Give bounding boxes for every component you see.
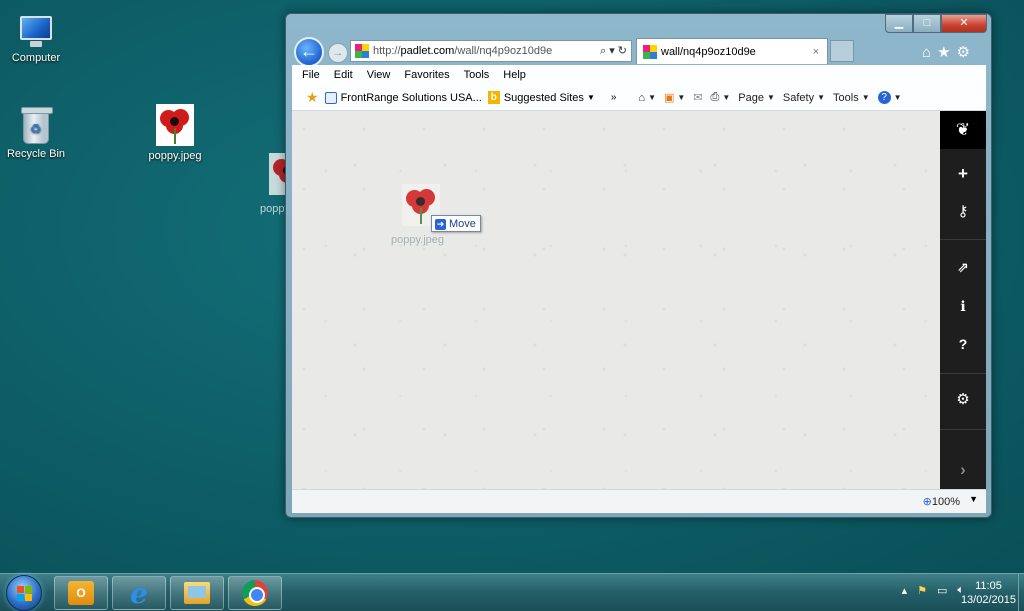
window-controls: ▁ □ ✕ — [885, 14, 987, 34]
taskbar-internet-explorer[interactable]: e — [112, 576, 166, 610]
menu-tools[interactable]: Tools — [464, 69, 490, 81]
move-label: Move — [449, 218, 476, 230]
home-command[interactable]: ⌂ ▼ — [638, 92, 656, 104]
padlet-favicon — [355, 44, 369, 58]
folder-icon — [184, 582, 210, 604]
network-icon[interactable]: ▭ — [937, 584, 947, 597]
taskbar-file-explorer[interactable] — [170, 576, 224, 610]
system-clock[interactable]: 11:05 13/02/2015 — [961, 579, 1016, 607]
gear-icon[interactable]: ⚙ — [957, 44, 976, 61]
favorite-frontrange[interactable]: FrontRange Solutions USA... — [324, 91, 482, 104]
help-command[interactable]: ? ▼ — [877, 91, 902, 104]
menu-file[interactable]: File — [302, 69, 320, 81]
desktop-icon-recycle-bin[interactable]: ♻ Recycle Bin — [1, 107, 71, 160]
new-tab-button[interactable] — [830, 40, 854, 62]
search-refresh-icons[interactable]: ⌕ ▾ ↻ — [600, 44, 631, 58]
navigation-row: ← → http://padlet.com/wall/nq4p9oz10d9e … — [292, 36, 986, 67]
printer-icon: ⎙ — [710, 91, 720, 103]
add-post-icon[interactable]: + — [940, 155, 986, 193]
show-desktop-button[interactable] — [1018, 574, 1024, 611]
favorites-bar: ★ FrontRange Solutions USA... b Suggeste… — [292, 85, 986, 111]
menu-edit[interactable]: Edit — [334, 69, 353, 81]
safety-menu[interactable]: Safety ▼ — [783, 92, 825, 104]
mail-icon: ✉ — [693, 92, 703, 104]
chevron-right-icon[interactable]: › — [940, 451, 986, 489]
menu-help[interactable]: Help — [503, 69, 526, 81]
desktop-icon-computer[interactable]: Computer — [1, 12, 71, 64]
bing-icon: b — [487, 91, 500, 104]
system-tray: ▴ ⚑ ▭ 🔈︎ — [902, 584, 964, 597]
address-text: http://padlet.com/wall/nq4p9oz10d9e — [373, 45, 553, 57]
menu-view[interactable]: View — [367, 69, 391, 81]
clock-date: 13/02/2015 — [960, 594, 1016, 606]
desktop-icon-label: Recycle Bin — [6, 148, 66, 160]
back-button[interactable]: ← — [294, 37, 324, 67]
zoom-dropdown-icon[interactable]: ▼ — [969, 494, 978, 504]
desktop-icon-poppy[interactable]: poppy.jpeg — [140, 104, 210, 162]
mail-command[interactable]: ✉ — [693, 91, 702, 104]
drag-ghost-label: poppy.jpeg — [391, 234, 445, 246]
menu-bar: File Edit View Favorites Tools Help — [292, 65, 986, 85]
windows-logo-icon — [17, 586, 33, 602]
browser-right-icons: ⌂★⚙ — [922, 43, 976, 61]
share-icon[interactable]: ⇗ — [940, 248, 986, 286]
favorites-overflow[interactable]: » — [611, 92, 617, 103]
rss-icon: ▣ — [664, 92, 675, 104]
ie-page-icon — [324, 91, 337, 104]
taskbar: O e ▴ ⚑ ▭ 🔈︎ 11:05 13/02/2015 — [0, 573, 1024, 611]
internet-explorer-icon: e — [130, 576, 148, 610]
menu-favorites[interactable]: Favorites — [404, 69, 449, 81]
forward-button[interactable]: → — [328, 43, 348, 63]
minimize-button[interactable]: ▁ — [885, 14, 913, 33]
address-bar[interactable]: http://padlet.com/wall/nq4p9oz10d9e ⌕ ▾ … — [350, 40, 632, 62]
feeds-command[interactable]: ▣ ▼ — [664, 91, 685, 104]
action-center-flag-icon[interactable]: ⚑ — [917, 584, 927, 597]
favorite-suggested-sites[interactable]: b Suggested Sites ▼ — [487, 91, 595, 104]
page-menu[interactable]: Page ▼ — [738, 92, 775, 104]
tools-menu[interactable]: Tools ▼ — [833, 92, 870, 104]
tab-close-icon[interactable]: × — [813, 46, 819, 58]
browser-window: ▁ □ ✕ ← → http://padlet.com/wall/nq4p9oz… — [285, 13, 992, 518]
taskbar-outlook[interactable]: O — [54, 576, 108, 610]
show-hidden-icons[interactable]: ▴ — [902, 584, 908, 597]
close-button[interactable]: ✕ — [941, 14, 987, 33]
padlet-logo-icon[interactable]: ❦ — [940, 111, 986, 149]
zoom-level[interactable]: ⊕100% — [923, 495, 960, 508]
taskbar-chrome[interactable] — [228, 576, 282, 610]
zoom-icon: ⊕ — [922, 496, 932, 508]
add-favorite-star-icon[interactable]: ★ — [306, 89, 319, 106]
arrow-right-icon: ➜ — [435, 219, 446, 230]
computer-icon — [18, 16, 54, 48]
move-tooltip: ➜Move — [431, 215, 481, 232]
desktop-icon-label: poppy.jpeg — [148, 150, 202, 162]
status-bar: ⊕100% ▼ — [292, 489, 986, 513]
padlet-favicon — [643, 44, 657, 59]
image-file-icon — [156, 104, 194, 146]
info-icon[interactable]: ℹ — [940, 287, 986, 325]
key-icon[interactable]: ⚷ — [940, 193, 986, 231]
tab-padlet-wall[interactable]: wall/nq4p9oz10d9e × — [636, 38, 828, 64]
chrome-icon — [242, 580, 268, 606]
outlook-icon: O — [68, 581, 94, 605]
print-command[interactable]: ⎙ ▼ — [711, 91, 731, 104]
clock-time: 11:05 — [975, 580, 1002, 592]
desktop-icon-label: Computer — [11, 52, 61, 64]
favorites-star-icon[interactable]: ★ — [937, 44, 956, 61]
help-icon: ? — [877, 91, 891, 104]
recycle-bin-icon: ♻ — [21, 107, 53, 144]
padlet-sidebar: ❦ + ⚷ ⇗ ℹ ? ⚙ › — [940, 111, 986, 489]
question-icon[interactable]: ? — [940, 325, 986, 363]
home-icon: ⌂ — [638, 91, 646, 104]
home-icon[interactable]: ⌂ — [922, 44, 937, 61]
tab-title: wall/nq4p9oz10d9e — [661, 45, 756, 58]
padlet-wall-canvas[interactable]: poppy.jpeg ➜ Move ❦ + ⚷ ⇗ ℹ ? ⚙ › — [292, 111, 986, 489]
start-button[interactable] — [6, 575, 42, 611]
maximize-button[interactable]: □ — [913, 14, 941, 33]
settings-gear-icon[interactable]: ⚙ — [940, 381, 986, 419]
